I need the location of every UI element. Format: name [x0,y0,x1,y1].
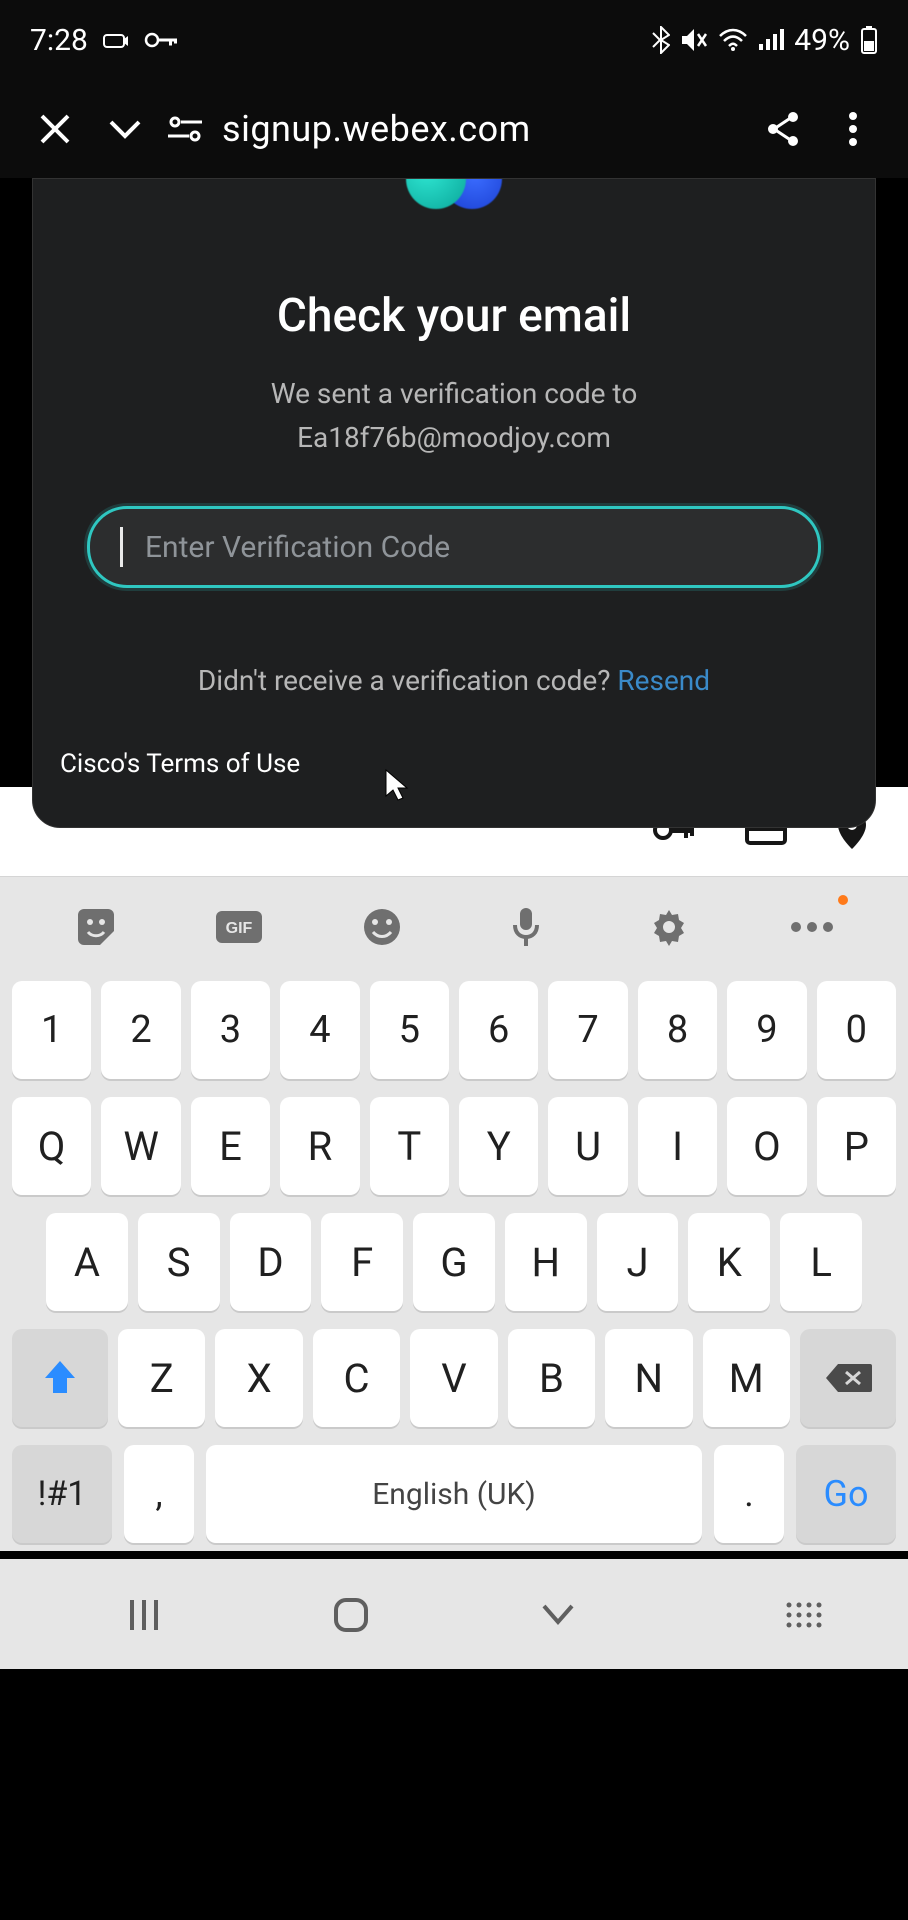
space-key[interactable]: English (UK) [206,1445,702,1543]
key-q[interactable]: Q [12,1097,91,1195]
key-z[interactable]: Z [118,1329,205,1427]
backspace-key[interactable] [800,1329,896,1427]
bluetooth-icon [652,26,670,54]
page-content: Check your email We sent a verification … [0,178,908,787]
input-placeholder: Enter Verification Code [145,530,450,565]
key-u[interactable]: U [548,1097,627,1195]
input-cursor [120,527,123,567]
key-k[interactable]: K [688,1213,770,1311]
card-subtext: We sent a verification code to [87,373,821,415]
resend-row: Didn't receive a verification code? Rese… [87,664,821,697]
go-key[interactable]: Go [796,1445,896,1543]
close-button[interactable] [20,111,90,147]
emoji-icon[interactable] [352,897,412,957]
key-o[interactable]: O [727,1097,806,1195]
signal-icon [758,28,784,52]
status-time: 7:28 [30,23,88,58]
resend-link[interactable]: Resend [617,664,710,697]
more-button[interactable] [818,110,888,148]
key-7[interactable]: 7 [548,981,627,1079]
keyboard-toolbar: GIF [0,877,908,977]
share-button[interactable] [748,110,818,148]
key-1[interactable]: 1 [12,981,91,1079]
key-r[interactable]: R [280,1097,359,1195]
dropdown-button[interactable] [90,117,160,141]
svg-text:GIF: GIF [226,920,253,937]
symbols-key[interactable]: !#1 [12,1445,112,1543]
status-bar: 7:28 49% [0,0,908,80]
key-j[interactable]: J [597,1213,679,1311]
key-5[interactable]: 5 [370,981,449,1079]
key-3[interactable]: 3 [191,981,270,1079]
more-options-icon[interactable] [782,897,842,957]
period-key[interactable]: . [714,1445,784,1543]
navigation-bar [0,1559,908,1669]
key-f[interactable]: F [321,1213,403,1311]
card-email: Ea18f76b@moodjoy.com [87,421,821,454]
battery-icon [860,25,878,55]
verification-code-input[interactable]: Enter Verification Code [87,506,821,588]
sticker-icon[interactable] [66,897,126,957]
shift-key[interactable] [12,1329,108,1427]
keyboard: 1234567890 QWERTYUIOP ASDFGHJKL ZXCVBNM … [0,977,908,1551]
key-0[interactable]: 0 [817,981,896,1079]
key-s[interactable]: S [138,1213,220,1311]
key-9[interactable]: 9 [727,981,806,1079]
key-6[interactable]: 6 [459,981,538,1079]
card-title: Check your email [87,289,821,343]
webex-logo [87,178,821,209]
comma-key[interactable]: , [124,1445,194,1543]
gif-icon[interactable]: GIF [209,897,269,957]
key-l[interactable]: L [780,1213,862,1311]
settings-icon[interactable] [639,897,699,957]
site-settings-icon[interactable] [166,114,204,144]
mic-icon[interactable] [496,897,556,957]
key-g[interactable]: G [413,1213,495,1311]
wifi-icon [718,28,748,52]
key-a[interactable]: A [46,1213,128,1311]
key-y[interactable]: Y [459,1097,538,1195]
url-bar[interactable]: signup.webex.com [160,108,748,150]
browser-bar: signup.webex.com [0,80,908,178]
url-text: signup.webex.com [222,108,531,150]
key-4[interactable]: 4 [280,981,359,1079]
home-button[interactable] [291,1595,411,1635]
key-w[interactable]: W [101,1097,180,1195]
key-n[interactable]: N [605,1329,692,1427]
mute-icon [680,27,708,53]
key-e[interactable]: E [191,1097,270,1195]
key-p[interactable]: P [817,1097,896,1195]
vpn-key-icon [144,31,178,49]
resend-question: Didn't receive a verification code? [198,664,617,697]
back-button[interactable] [498,1602,618,1628]
assistant-icon [102,29,130,51]
key-2[interactable]: 2 [101,981,180,1079]
terms-link[interactable]: Cisco's Terms of Use [60,749,300,779]
key-h[interactable]: H [505,1213,587,1311]
key-d[interactable]: D [230,1213,312,1311]
key-t[interactable]: T [370,1097,449,1195]
key-m[interactable]: M [703,1329,790,1427]
verification-card: Check your email We sent a verification … [32,178,876,828]
key-v[interactable]: V [410,1329,497,1427]
key-x[interactable]: X [215,1329,302,1427]
battery-percent: 49% [794,23,850,58]
key-i[interactable]: I [638,1097,717,1195]
key-8[interactable]: 8 [638,981,717,1079]
recents-button[interactable] [84,1597,204,1633]
key-c[interactable]: C [313,1329,400,1427]
keyboard-toggle-button[interactable] [705,1601,825,1629]
key-b[interactable]: B [508,1329,595,1427]
